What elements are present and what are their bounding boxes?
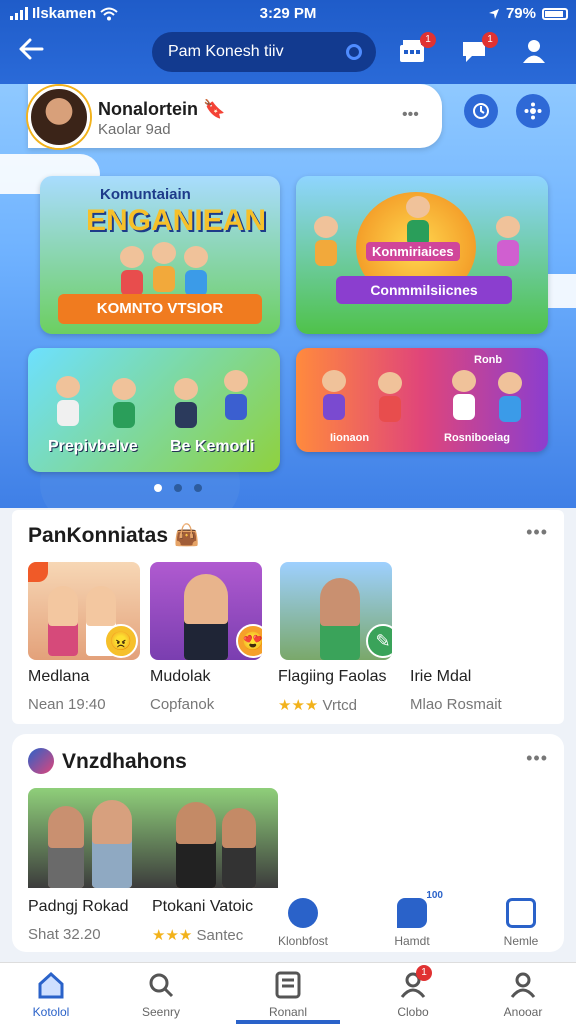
video-subtitle: ★★★ Santec bbox=[152, 927, 244, 944]
search-bar[interactable]: Pam Konesh tiiv bbox=[152, 32, 376, 72]
list-item-thumbnail[interactable]: 😍 bbox=[150, 562, 262, 660]
hero-card-2-banner: Conmmilsiicnes bbox=[336, 276, 512, 304]
reaction-icon: 😍 bbox=[236, 624, 262, 658]
bookmark-icon: 🔖 bbox=[203, 99, 226, 119]
chat-bubble-icon: 100 bbox=[397, 890, 443, 928]
hero-card-3[interactable]: Prepivbelve Be Kemorli bbox=[28, 348, 280, 472]
nav-label: Seenry bbox=[141, 1005, 181, 1019]
grid-icon bbox=[506, 898, 536, 928]
profile-name: Nonalortein 🔖 bbox=[98, 99, 226, 119]
search-text: Pam Konesh tiiv bbox=[168, 43, 284, 60]
status-bar: Ilskamen 3:29 PM 79% bbox=[0, 0, 576, 26]
list-item-subtitle: Nean 19:40 bbox=[28, 696, 106, 713]
profile-card[interactable] bbox=[28, 84, 442, 148]
nav-label: Clobo bbox=[397, 1005, 429, 1019]
bottom-nav: Kotolol Seenry Ronanl 1 Clobo Anooar bbox=[0, 962, 576, 1024]
video-thumbnail[interactable] bbox=[28, 788, 278, 888]
list-item-title: Irie Mdal bbox=[410, 668, 472, 685]
list-item-title: Flagiing Faolas bbox=[278, 668, 387, 685]
list-item-title: Medlana bbox=[28, 668, 90, 685]
hero-card-2-title: Konmiriaices bbox=[366, 242, 460, 261]
chat-badge: 1 bbox=[482, 32, 498, 48]
section-title: PanKonniatas 👜 bbox=[28, 524, 201, 547]
hero-card-3-title: Prepivbelve bbox=[48, 438, 138, 455]
more-icon[interactable]: ••• bbox=[526, 522, 548, 543]
account-button[interactable] bbox=[520, 38, 550, 66]
hero-card-4-title: Iionaon bbox=[330, 432, 370, 444]
action-camera[interactable]: Klonbfost bbox=[263, 898, 343, 948]
action-label: Klonbfost bbox=[277, 934, 329, 948]
clock-icon[interactable] bbox=[464, 94, 498, 128]
camera-icon bbox=[288, 898, 318, 928]
nav-label: Ronanl bbox=[268, 1005, 308, 1019]
nav-search[interactable]: Seenry bbox=[116, 971, 206, 1019]
hero-card-1-banner: KOMNTO VTSIOR bbox=[58, 294, 262, 324]
cart-button[interactable]: 1 bbox=[398, 32, 436, 66]
home-icon bbox=[36, 971, 66, 999]
video-title: Padngj Rokad bbox=[28, 898, 129, 915]
back-arrow-icon[interactable] bbox=[18, 36, 58, 68]
hero-card-2[interactable]: Konmiriaices Conmmilsiicnes bbox=[296, 176, 548, 334]
search-icon bbox=[146, 971, 176, 999]
profile-icon bbox=[523, 40, 545, 63]
chat-button[interactable]: 1 bbox=[460, 32, 498, 66]
rating-stars: ★★★ bbox=[152, 927, 193, 944]
bag-icon: 👜 bbox=[173, 524, 201, 547]
action-chat[interactable]: 100 Hamdt bbox=[372, 890, 452, 948]
battery-icon bbox=[542, 7, 568, 20]
action-badge: 100 bbox=[426, 890, 443, 901]
nav-label: Kotolol bbox=[32, 1005, 70, 1019]
active-indicator bbox=[236, 1020, 340, 1024]
hero-card-4-sticker: Ronb bbox=[474, 354, 503, 366]
action-label: Hamdt bbox=[394, 934, 430, 948]
hero-card-3-title2: Be Kemorli bbox=[170, 438, 255, 455]
hero-card-1[interactable]: Komuntaiain ENGANIEAN KOMNTO VTSIOR bbox=[40, 176, 280, 334]
more-icon[interactable]: ••• bbox=[402, 106, 419, 124]
app-header: Ilskamen 3:29 PM 79% Pam Konesh tiiv 1 1 bbox=[0, 0, 576, 84]
hero-card-4[interactable]: Ronb Iionaon Rosniboeiag bbox=[296, 348, 548, 452]
list-item-subtitle: ★★★ Vrtcd bbox=[278, 697, 357, 714]
hero-card-4-title2: Rosniboeiag bbox=[444, 432, 511, 444]
action-grid[interactable]: Nemle bbox=[481, 898, 561, 948]
settings-icon[interactable] bbox=[516, 94, 550, 128]
nav-badge: 1 bbox=[416, 965, 432, 981]
list-item-title: Mudolak bbox=[150, 668, 211, 685]
profile-icon: 1 bbox=[398, 965, 432, 999]
video-subtitle: Shat 32.20 bbox=[28, 926, 101, 943]
nav-document[interactable]: Ronanl bbox=[243, 971, 333, 1019]
reaction-icon: 😠 bbox=[104, 624, 138, 658]
video-title: Ptokani Vatoic bbox=[152, 898, 254, 915]
document-icon bbox=[273, 971, 303, 999]
shuffle-icon bbox=[28, 748, 54, 774]
user-icon bbox=[508, 971, 538, 999]
list-item-subtitle: Mlao Rosmait bbox=[410, 696, 502, 713]
cart-badge: 1 bbox=[420, 32, 436, 48]
hero-card-1-title: Komuntaiain bbox=[100, 186, 191, 203]
hero-card-1-headline: ENGANIEAN bbox=[86, 204, 267, 237]
avatar[interactable] bbox=[28, 86, 90, 148]
section-title: Vnzdhahons bbox=[62, 750, 187, 773]
action-label: Nemle bbox=[503, 934, 539, 948]
carousel-dots[interactable] bbox=[154, 484, 202, 492]
more-icon[interactable]: ••• bbox=[526, 748, 548, 769]
rating-stars: ★★★ bbox=[278, 697, 319, 714]
nav-clobo[interactable]: 1 Clobo bbox=[368, 965, 458, 1019]
nav-label: Anooar bbox=[503, 1005, 543, 1019]
list-item-thumbnail[interactable]: ✎ bbox=[280, 562, 392, 660]
profile-subtitle: Kaolar 9ad bbox=[98, 121, 171, 138]
nav-home[interactable]: Kotolol bbox=[6, 971, 96, 1019]
list-item-thumbnail[interactable]: 😠 bbox=[28, 562, 140, 660]
nav-account[interactable]: Anooar bbox=[478, 971, 568, 1019]
location-arrow-icon bbox=[488, 8, 499, 19]
search-icon[interactable] bbox=[346, 44, 362, 60]
hero-banner: Komuntaiain ENGANIEAN KOMNTO VTSIOR Konm… bbox=[0, 84, 576, 508]
battery-percent: 79% bbox=[505, 5, 536, 22]
list-item-subtitle: Copfanok bbox=[150, 696, 215, 713]
reaction-icon: ✎ bbox=[366, 624, 392, 658]
